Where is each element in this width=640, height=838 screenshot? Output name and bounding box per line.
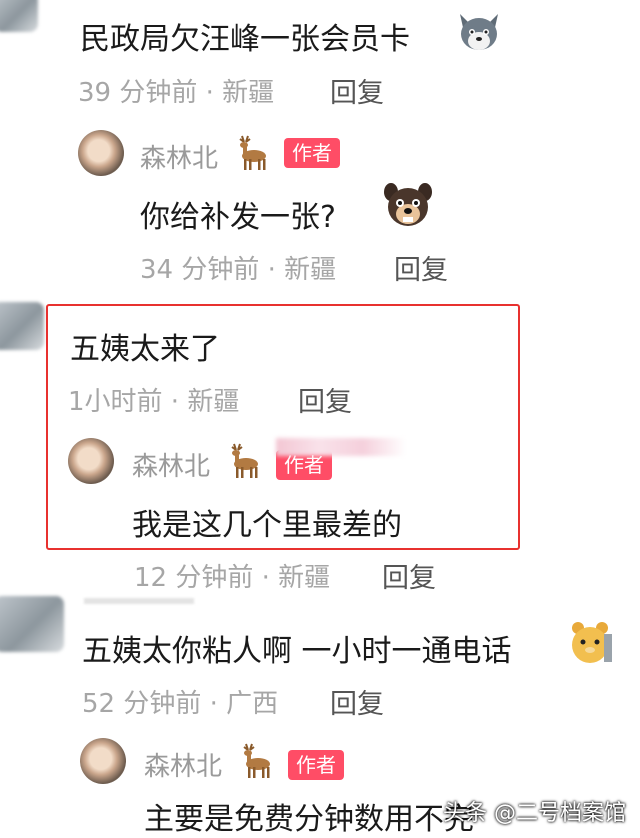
author-name[interactable]: 森林北 xyxy=(144,746,222,783)
hamster-emoji-icon xyxy=(566,618,614,670)
author-name[interactable]: 森林北 xyxy=(140,138,218,175)
comment-text: 五姨太你粘人啊 一小时一通电话 xyxy=(82,634,512,669)
dog-emoji-icon xyxy=(382,180,434,234)
blurred-username xyxy=(84,598,194,604)
user-avatar[interactable] xyxy=(0,302,44,350)
comment-meta: 39 分钟前 · 新疆 xyxy=(78,78,275,108)
reply-meta: 34 分钟前 · 新疆 xyxy=(140,255,337,285)
comment-text: 民政局欠汪峰一张会员卡 xyxy=(80,22,410,57)
author-badge: 作者 xyxy=(284,138,340,168)
watermark: 头条 @二号档案馆 xyxy=(443,801,626,826)
comment-meta: 52 分钟前 · 广西 xyxy=(82,689,279,719)
reply-text: 你给补发一张? xyxy=(140,200,336,235)
reply-button[interactable]: 回复 xyxy=(330,682,384,721)
highlight-box xyxy=(46,304,520,550)
user-avatar[interactable] xyxy=(0,596,64,652)
deer-icon xyxy=(232,134,270,176)
reply-button[interactable]: 回复 xyxy=(330,71,384,110)
reply-button[interactable]: 回复 xyxy=(394,248,448,287)
author-avatar[interactable] xyxy=(80,738,126,784)
wolf-dog-emoji-icon xyxy=(456,10,502,58)
reply-text: 主要是免费分钟数用不完 xyxy=(144,802,474,837)
author-badge: 作者 xyxy=(288,750,344,780)
user-avatar[interactable] xyxy=(0,0,38,32)
reply-button[interactable]: 回复 xyxy=(382,556,436,595)
deer-icon xyxy=(236,742,274,784)
author-avatar[interactable] xyxy=(78,130,124,176)
reply-meta: 12 分钟前 · 新疆 xyxy=(134,563,331,593)
